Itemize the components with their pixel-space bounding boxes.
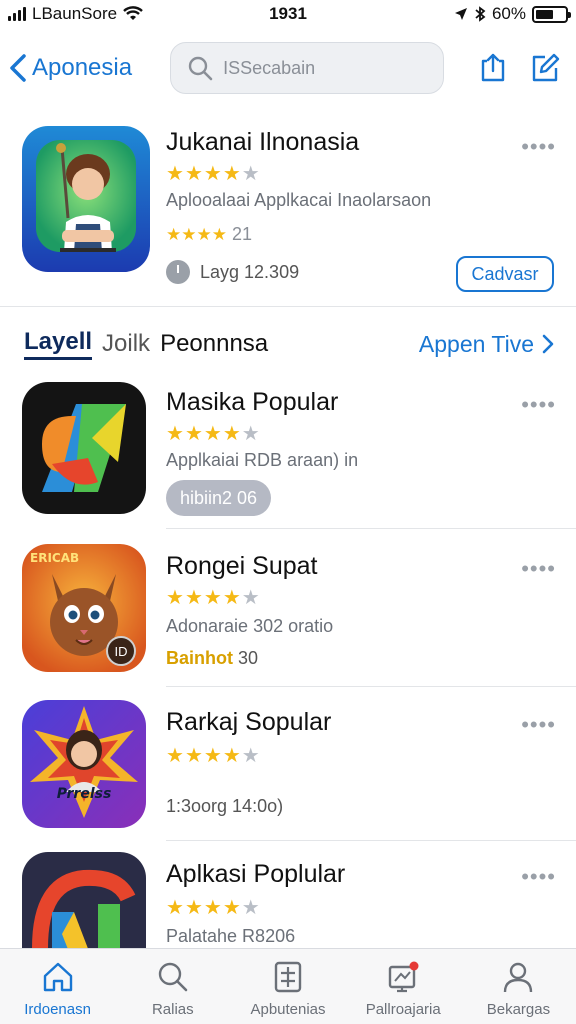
app-title[interactable]: Rarkaj Sopular xyxy=(166,708,331,737)
carrier-label: LBaunSore xyxy=(32,4,118,23)
app-subtitle: 1:3oorg 14:0o) xyxy=(166,796,284,816)
divider xyxy=(166,840,576,841)
app-meta: Bainhot 30 xyxy=(166,648,258,669)
bluetooth-icon xyxy=(475,6,486,22)
app-subtitle: Adonaraie 302 oratio xyxy=(166,616,334,636)
status-right: 60% xyxy=(454,4,571,24)
more-options-button[interactable]: •••• xyxy=(521,392,556,418)
chevron-left-icon xyxy=(10,54,26,82)
star-icon: ★ xyxy=(184,163,203,185)
featured-app-icon[interactable] xyxy=(22,126,150,272)
get-button[interactable]: Cadvasr xyxy=(456,256,554,292)
app-subtitle: Palatahe R8206 xyxy=(166,926,296,946)
app-icon-4[interactable] xyxy=(22,852,146,948)
secondary-rating-value: 21 xyxy=(226,224,252,244)
divider xyxy=(166,686,576,687)
tab-label: Bekargas xyxy=(486,1001,551,1018)
app-icon-text: Prrelss xyxy=(57,786,112,802)
app-title[interactable]: Aplkasi Poplular xyxy=(166,860,345,889)
battery-percent: 60% xyxy=(491,4,526,23)
list-item[interactable]: ERICAB ID Rongei Supat •••• ★ ★ ★ ★ ★ Adonar… xyxy=(0,544,576,686)
see-all-link[interactable]: Appen Tive xyxy=(419,331,554,358)
app-meta-highlight: Bainhot xyxy=(166,648,233,668)
app-tag-pill[interactable]: hibiin2 06 xyxy=(166,480,272,516)
star-icon: ★ xyxy=(166,163,184,185)
more-options-button[interactable]: •••• xyxy=(521,864,556,890)
app-icon-text: ERICAB xyxy=(30,551,79,565)
signal-icon xyxy=(8,7,26,21)
list-item[interactable]: Masika Popular •••• ★ ★ ★ ★ ★ Applkaiai RDB … xyxy=(0,380,576,530)
app-title[interactable]: Rongei Supat xyxy=(166,552,318,581)
chevron-right-icon xyxy=(542,334,554,354)
tab-label: Ralias xyxy=(151,1001,194,1018)
status-left: LBaunSore xyxy=(8,4,143,24)
wifi-icon xyxy=(123,6,143,20)
tab-label: Apbutenias xyxy=(250,1001,326,1018)
search-placeholder: ISSecabain xyxy=(223,57,316,78)
compose-icon[interactable] xyxy=(530,53,560,83)
section-header: Layell Joilk Peonnnsa Appen Tive xyxy=(24,326,554,362)
time-text: Layg 12.309 xyxy=(200,261,300,282)
section-tab-3[interactable]: Peonnnsa xyxy=(160,330,268,358)
featured-app-card[interactable]: Jukanai Ilnonasia •••• ★ ★ ★ ★ ★ Aplooalaai … xyxy=(0,120,576,306)
app-icon-3[interactable]: Prrelss xyxy=(22,700,146,828)
star-icon: ★ xyxy=(222,163,241,185)
tab-search[interactable]: Ralias xyxy=(115,949,230,1024)
rating-stars: ★ ★ ★ ★ ★ xyxy=(166,897,260,919)
location-icon xyxy=(454,8,467,20)
secondary-rating: ★★★★ 21 xyxy=(166,224,252,244)
search-icon xyxy=(188,56,213,81)
rating-stars: ★ ★ ★ ★ ★ xyxy=(166,745,260,767)
rating-stars: ★ ★ ★ ★ ★ xyxy=(166,423,260,445)
tab-notifications[interactable]: Pallroajaria xyxy=(346,949,461,1024)
section-tab-1[interactable]: Layell xyxy=(24,328,93,360)
star-icon: ★ xyxy=(203,163,222,185)
notification-icon xyxy=(389,961,419,993)
battery-icon xyxy=(532,5,571,23)
tab-label: Pallroajaria xyxy=(365,1001,441,1018)
more-options-button[interactable]: •••• xyxy=(521,712,556,738)
apps-icon xyxy=(274,961,302,993)
rating-stars: ★ ★ ★ ★ ★ xyxy=(166,164,260,184)
share-icon[interactable] xyxy=(478,53,508,83)
profile-icon xyxy=(504,962,533,993)
tab-apps[interactable]: Apbutenias xyxy=(230,949,345,1024)
home-icon xyxy=(43,962,72,992)
tab-home[interactable]: Irdoenasn xyxy=(0,949,115,1024)
section-tab-2[interactable]: Joilk xyxy=(102,330,150,358)
status-bar: LBaunSore 1931 60% xyxy=(0,0,576,28)
tab-profile[interactable]: Bekargas xyxy=(461,949,576,1024)
tab-bar: Irdoenasn Ralias Apbutenias Pallroajaria… xyxy=(0,948,576,1024)
more-options-button[interactable]: •••• xyxy=(521,134,556,160)
divider xyxy=(0,306,576,307)
time-row: Layg 12.309 xyxy=(166,260,299,284)
tab-label: Irdoenasn xyxy=(24,1001,91,1018)
featured-app-description: Aplooalaai Applkacai Inaolarsaon xyxy=(166,190,432,210)
see-all-label: Appen Tive xyxy=(418,330,534,357)
back-label: Aponesia xyxy=(32,54,133,81)
search-input[interactable]: ISSecabain xyxy=(170,42,445,94)
list-item[interactable]: Prrelss Rarkaj Sopular •••• ★ ★ ★ ★ ★ 1:3oor… xyxy=(0,700,576,842)
featured-app-title[interactable]: Jukanai Ilnonasia xyxy=(166,128,359,157)
app-badge: ID xyxy=(106,636,136,666)
app-icon-1[interactable] xyxy=(22,382,146,514)
clock-icon xyxy=(166,260,190,284)
more-options-button[interactable]: •••• xyxy=(521,556,556,582)
nav-bar: Aponesia ISSecabain xyxy=(0,38,576,98)
search-icon xyxy=(158,962,188,992)
nav-icons xyxy=(478,53,560,83)
list-item[interactable]: Aplkasi Poplular •••• ★ ★ ★ ★ ★ Palatahe R82… xyxy=(0,852,576,948)
app-subtitle: Applkaiai RDB araan) in xyxy=(166,450,359,470)
star-icon: ★ xyxy=(241,163,260,185)
app-meta-suffix: 30 xyxy=(238,648,259,668)
rating-stars: ★ ★ ★ ★ ★ xyxy=(166,587,260,609)
app-title[interactable]: Masika Popular xyxy=(166,388,338,417)
back-button[interactable]: Aponesia xyxy=(8,53,132,83)
divider xyxy=(166,528,576,529)
